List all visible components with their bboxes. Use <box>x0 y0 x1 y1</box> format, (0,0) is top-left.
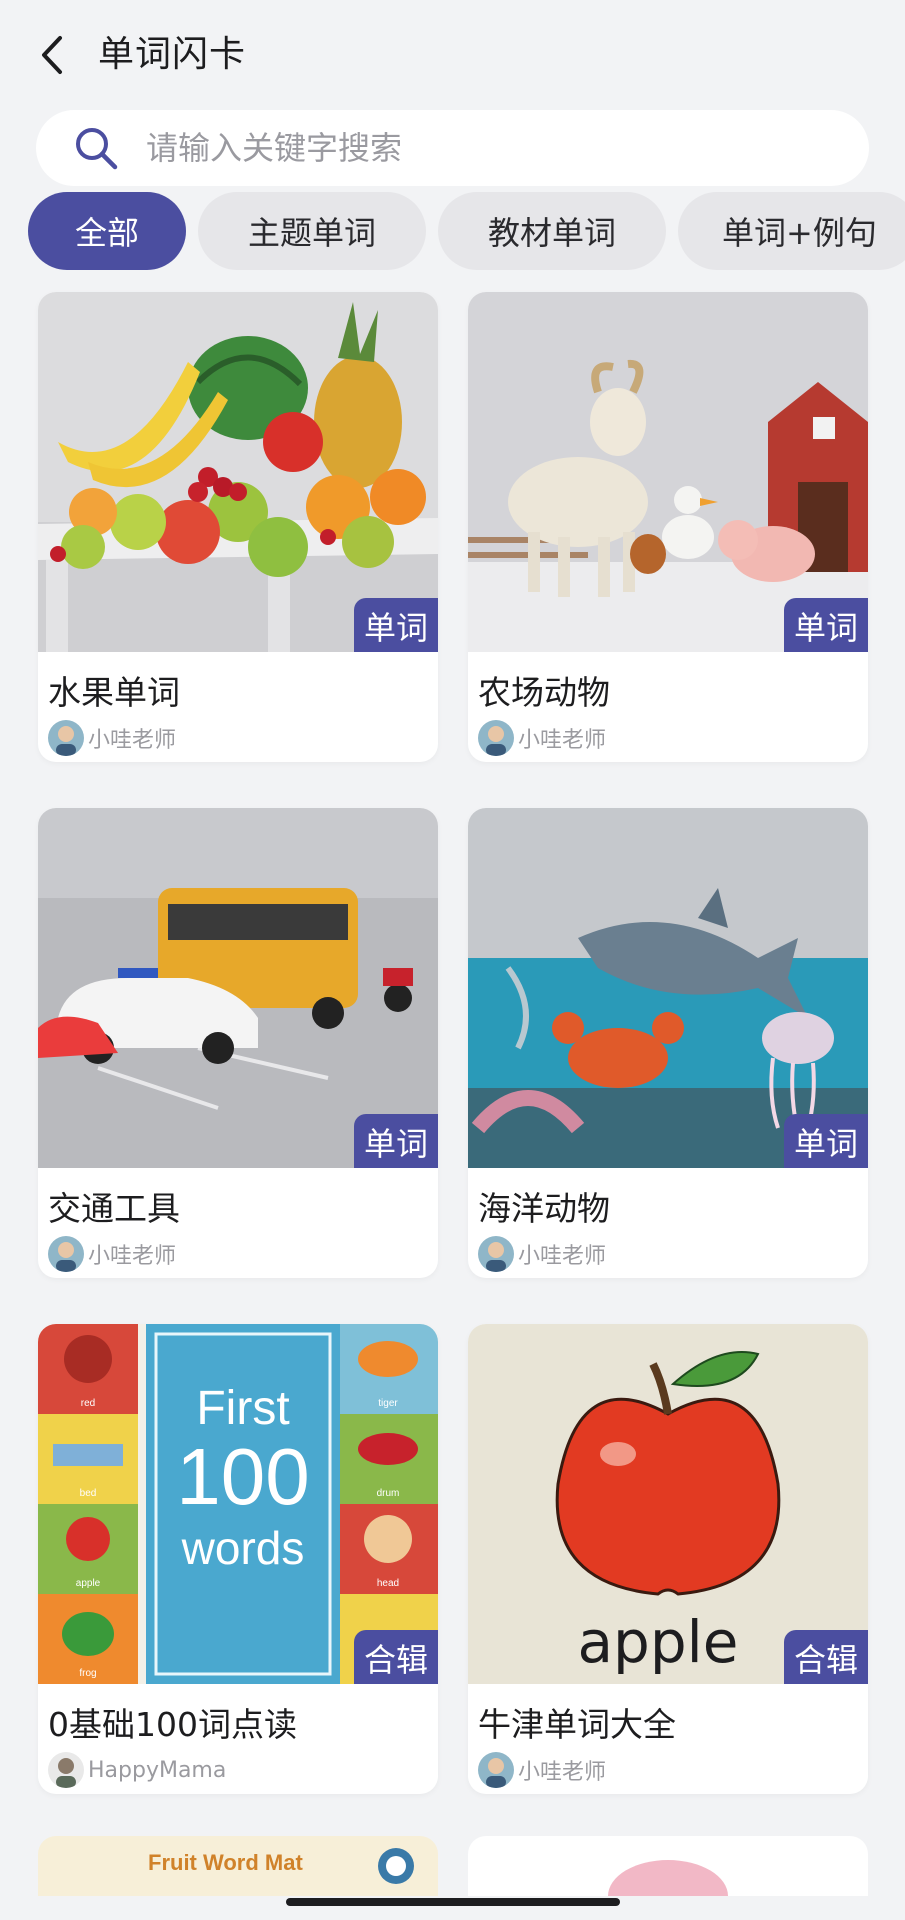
card-title: 农场动物 <box>478 673 610 712</box>
type-badge: 单词 <box>784 1114 868 1168</box>
card-partial-2[interactable] <box>468 1836 868 1896</box>
tile-label-head: head <box>377 1578 399 1589</box>
back-button[interactable] <box>28 30 78 80</box>
avatar <box>478 1236 514 1272</box>
card-ocean-animals[interactable]: 单词 海洋动物 小哇老师 <box>468 808 868 1278</box>
tile-label-red: red <box>81 1398 95 1409</box>
type-badge: 合辑 <box>784 1630 868 1684</box>
chevron-left-icon <box>42 36 62 74</box>
card-author: 小哇老师 <box>48 720 176 756</box>
flashcard-list-screen: 单词闪卡 全部 主题单词 教材单词 单词+例句 <box>0 0 905 1920</box>
card-vehicles[interactable]: 单词 交通工具 小哇老师 <box>38 808 438 1278</box>
logo-icon <box>378 1848 414 1884</box>
card-image-first-100-words: red bed apple frog First 100 words tiger <box>38 1324 438 1684</box>
card-author: 小哇老师 <box>478 720 606 756</box>
card-title: 牛津单词大全 <box>478 1705 676 1744</box>
card-fruit-word-mat-partial[interactable]: Fruit Word Mat <box>38 1836 438 1896</box>
author-name: 小哇老师 <box>88 1244 177 1269</box>
type-badge: 单词 <box>354 1114 438 1168</box>
tile-label-apple: apple <box>76 1578 101 1589</box>
author-name: 小哇老师 <box>518 728 607 753</box>
type-badge: 单词 <box>354 598 438 652</box>
first100-line3: words <box>181 1522 305 1574</box>
author-name: 小哇老师 <box>518 1760 607 1785</box>
avatar <box>48 1236 84 1272</box>
page-title: 单词闪卡 <box>98 34 247 75</box>
search-bar[interactable] <box>36 110 869 186</box>
card-image-ocean: 单词 <box>468 808 868 1168</box>
avatar <box>48 720 84 756</box>
card-title: 0基础100词点读 <box>48 1705 297 1744</box>
author-name: HappyMama <box>88 1757 227 1783</box>
card-oxford-words[interactable]: apple 合辑 牛津单词大全 小哇老师 <box>468 1324 868 1794</box>
card-author: 小哇老师 <box>478 1236 606 1272</box>
card-farm-animals[interactable]: 单词 农场动物 小哇老师 <box>468 292 868 762</box>
search-icon <box>76 128 118 170</box>
type-badge: 单词 <box>784 598 868 652</box>
card-fruit-words[interactable]: 单词 水果单词 小哇老师 <box>38 292 438 762</box>
card-title: 海洋动物 <box>478 1189 610 1228</box>
card-author: 小哇老师 <box>48 1236 176 1272</box>
tile-label-bed: bed <box>80 1488 97 1499</box>
tab-theme-words[interactable]: 主题单词 <box>198 192 426 270</box>
type-badge: 合辑 <box>354 1630 438 1684</box>
apple-word: apple <box>578 1608 739 1676</box>
avatar <box>478 1752 514 1788</box>
search-input[interactable] <box>146 129 806 167</box>
card-title: 水果单词 <box>48 673 180 712</box>
card-author: 小哇老师 <box>478 1752 606 1788</box>
card-image-partial <box>608 1860 728 1896</box>
tab-words-sentences[interactable]: 单词+例句 <box>678 192 905 270</box>
first100-line1: First <box>196 1382 289 1435</box>
card-image-vehicles: 单词 <box>38 808 438 1168</box>
card-image-farm: 单词 <box>468 292 868 652</box>
card-image-apple: apple 合辑 <box>468 1324 868 1684</box>
fruit-word-mat-label: Fruit Word Mat <box>148 1850 303 1875</box>
tile-label-frog: frog <box>79 1668 96 1679</box>
first100-line2: 100 <box>176 1432 309 1521</box>
header: 单词闪卡 <box>0 0 905 110</box>
home-indicator[interactable] <box>286 1898 620 1906</box>
tab-textbook-words[interactable]: 教材单词 <box>438 192 666 270</box>
card-image-fruit: 单词 <box>38 292 438 652</box>
author-name: 小哇老师 <box>518 1244 607 1269</box>
tab-all[interactable]: 全部 <box>28 192 186 270</box>
card-first-100-words[interactable]: red bed apple frog First 100 words tiger <box>38 1324 438 1794</box>
avatar <box>48 1752 84 1788</box>
avatar <box>478 720 514 756</box>
tile-label-tiger: tiger <box>378 1398 398 1409</box>
category-tabs: 全部 主题单词 教材单词 单词+例句 <box>28 192 905 272</box>
card-author: HappyMama <box>48 1752 226 1788</box>
card-title: 交通工具 <box>48 1189 180 1228</box>
author-name: 小哇老师 <box>88 728 177 753</box>
tile-label-drum: drum <box>377 1488 400 1499</box>
